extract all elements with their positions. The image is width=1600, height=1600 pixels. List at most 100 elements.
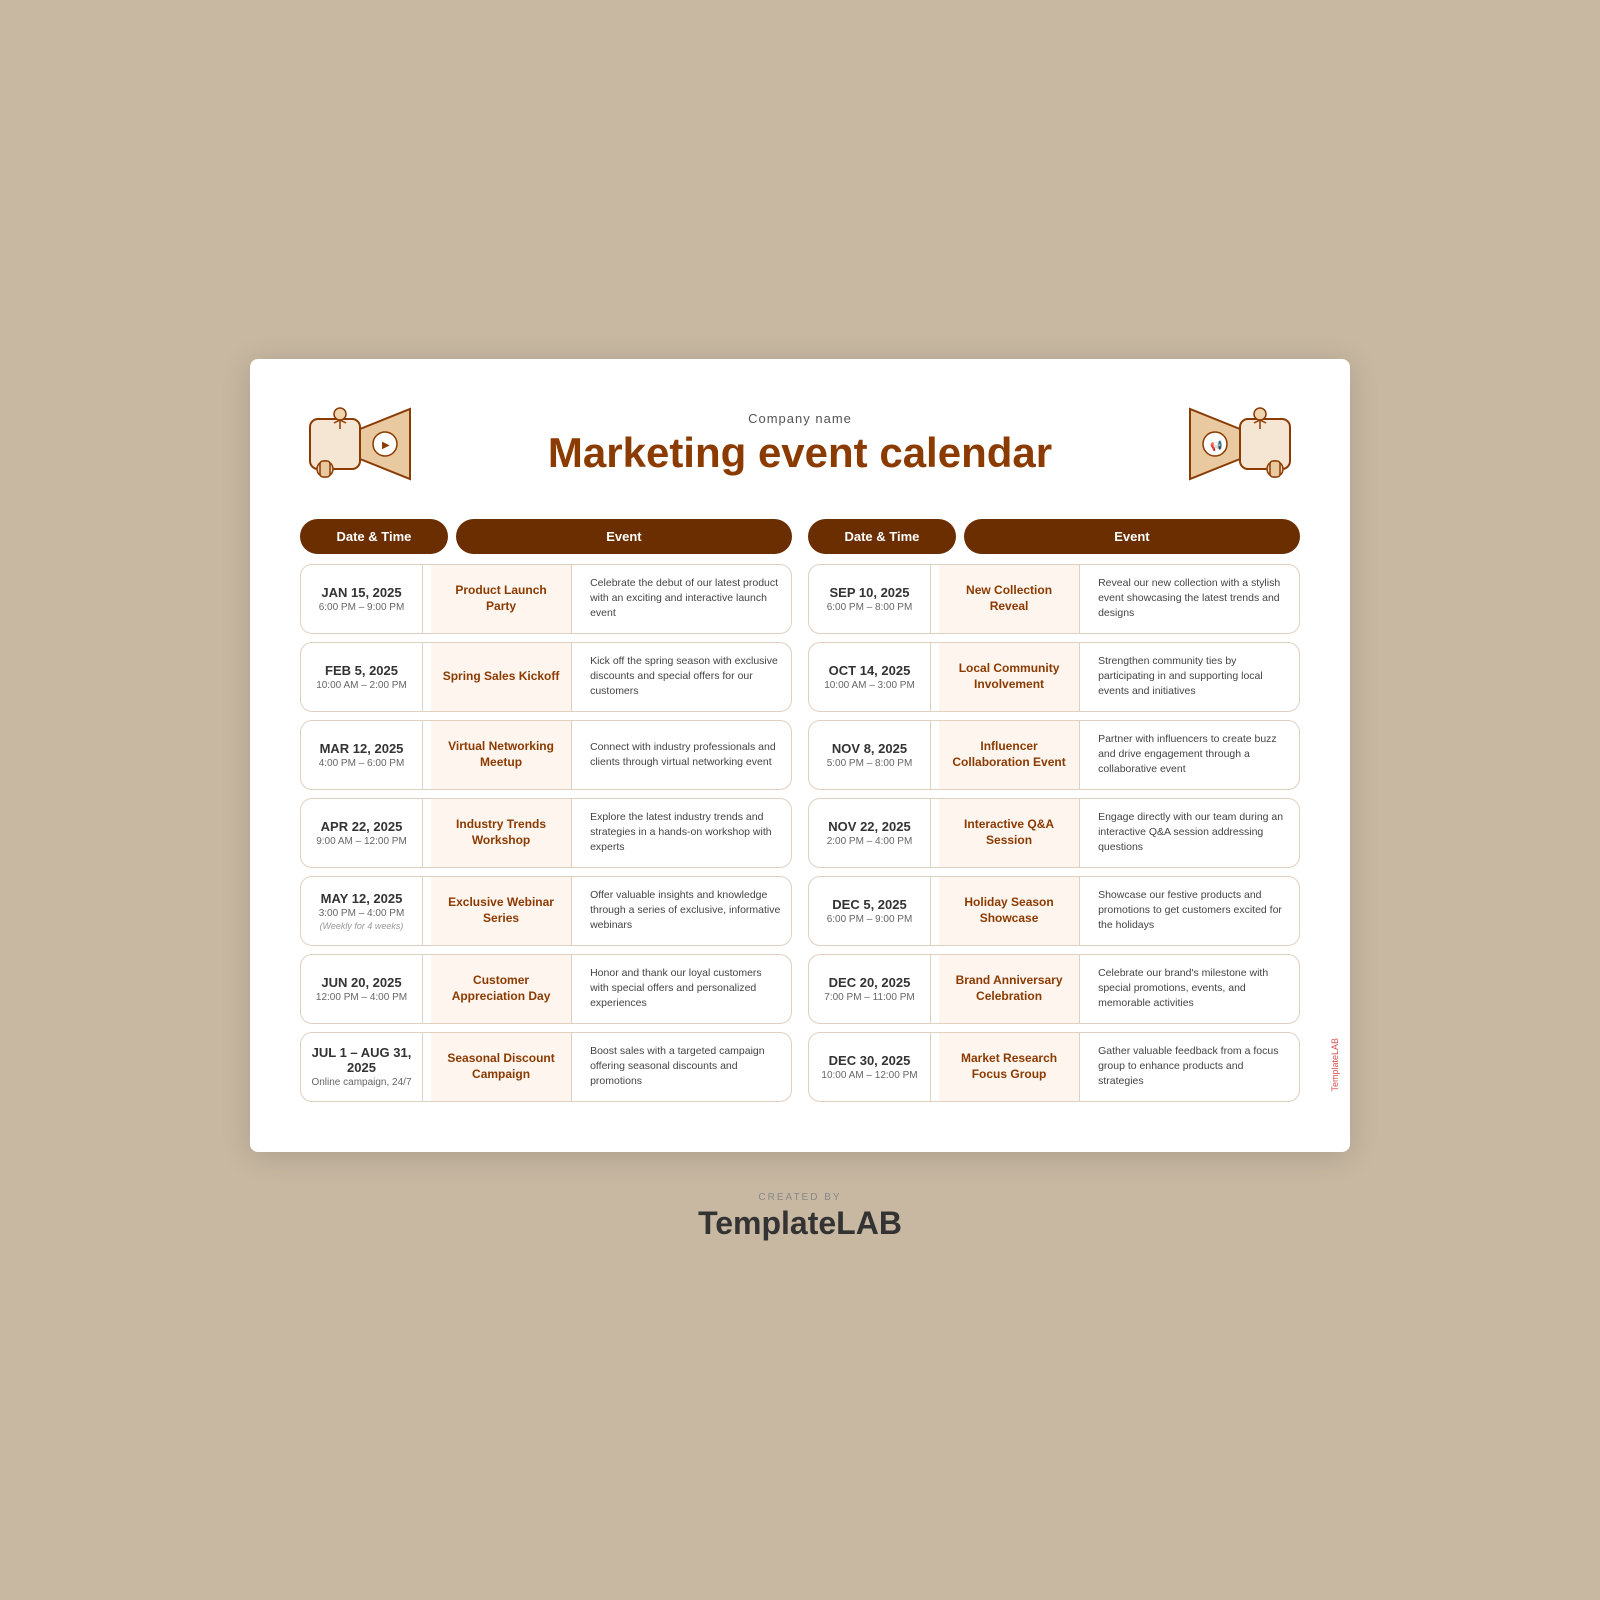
date-main: DEC 20, 2025 (829, 975, 911, 990)
company-name: Company name (420, 411, 1180, 426)
event-name: Local Community Involvement (947, 661, 1071, 692)
table-row: SEP 10, 20256:00 PM – 8:00 PM New Collect… (808, 564, 1300, 634)
table-row: JUN 20, 2025 12:00 PM – 4:00 PM Customer A… (300, 954, 792, 1024)
date-cell: JUL 1 – AUG 31, 2025Online campaign, 24/… (301, 1033, 423, 1101)
date-main: MAR 12, 2025 (320, 741, 404, 756)
date-time: 7:00 PM – 11:00 PM (824, 992, 914, 1003)
date-main: NOV 8, 2025 (832, 741, 907, 756)
desc-cell: Kick off the spring season with exclusiv… (580, 643, 791, 711)
date-time: 10:00 AM – 12:00 PM (821, 1070, 917, 1081)
date-main: NOV 22, 2025 (828, 819, 910, 834)
date-cell: NOV 22, 2025 2:00 PM – 4:00 PM (809, 799, 931, 867)
table-row: APR 22, 20259:00 AM – 12:00 PM Industry T… (300, 798, 792, 868)
date-time: 6:00 PM – 9:00 PM (319, 602, 405, 613)
date-cell: MAR 12, 2025 4:00 PM – 6:00 PM (301, 721, 423, 789)
event-name: Customer Appreciation Day (439, 973, 563, 1004)
desc-cell: Boost sales with a targeted campaign off… (580, 1033, 791, 1101)
date-cell: DEC 20, 2025 7:00 PM – 11:00 PM (809, 955, 931, 1023)
table-row: NOV 8, 2025 5:00 PM – 8:00 PM Influencer C… (808, 720, 1300, 790)
event-name: Market Research Focus Group (947, 1051, 1071, 1082)
date-main: FEB 5, 2025 (325, 663, 398, 678)
event-cell: Product Launch Party (431, 565, 572, 633)
date-cell: DEC 5, 2025 6:00 PM – 9:00 PM (809, 877, 931, 945)
date-note: (Weekly for 4 weeks) (320, 921, 404, 931)
date-main: JAN 15, 2025 (321, 585, 401, 600)
brand-lab: LAB (836, 1205, 902, 1241)
event-name: Seasonal Discount Campaign (439, 1051, 563, 1082)
date-cell: NOV 8, 2025 5:00 PM – 8:00 PM (809, 721, 931, 789)
date-time: 6:00 PM – 8:00 PM (827, 602, 913, 613)
right-event-header: Event (964, 519, 1300, 554)
date-cell: DEC 30, 2025 10:00 AM – 12:00 PM (809, 1033, 931, 1101)
left-event-header: Event (456, 519, 792, 554)
event-cell: New Collection Reveal (939, 565, 1080, 633)
table-row: MAY 12, 2025 3:00 PM – 4:00 PM (Weekly for… (300, 876, 792, 946)
desc-cell: Gather valuable feedback from a focus gr… (1088, 1033, 1299, 1101)
table-row: JUL 1 – AUG 31, 2025Online campaign, 24/… (300, 1032, 792, 1102)
event-cell: Brand Anniversary Celebration (939, 955, 1080, 1023)
event-name: Interactive Q&A Session (947, 817, 1071, 848)
left-date-header: Date & Time (300, 519, 448, 554)
desc-cell: Celebrate the debut of our latest produc… (580, 565, 791, 633)
calendar-page: ▶ Company name Marketing event calendar … (250, 359, 1350, 1152)
table-row: MAR 12, 2025 4:00 PM – 6:00 PM Virtual Net… (300, 720, 792, 790)
date-main: DEC 30, 2025 (829, 1053, 911, 1068)
table-row: NOV 22, 2025 2:00 PM – 4:00 PM Interactive… (808, 798, 1300, 868)
date-time: 5:00 PM – 8:00 PM (827, 758, 913, 769)
calendar-title: Marketing event calendar (420, 430, 1180, 476)
svg-text:▶: ▶ (382, 440, 390, 451)
header-center: Company name Marketing event calendar (420, 411, 1180, 476)
event-name: Brand Anniversary Celebration (947, 973, 1071, 1004)
date-cell: SEP 10, 20256:00 PM – 8:00 PM (809, 565, 931, 633)
event-cell: Market Research Focus Group (939, 1033, 1080, 1101)
event-cell: Influencer Collaboration Event (939, 721, 1080, 789)
created-by-label: CREATED BY (698, 1192, 902, 1203)
date-cell: OCT 14, 2025 10:00 AM – 3:00 PM (809, 643, 931, 711)
desc-cell: Honor and thank our loyal customers with… (580, 955, 791, 1023)
event-name: Virtual Networking Meetup (439, 739, 563, 770)
desc-cell: Celebrate our brand's milestone with spe… (1088, 955, 1299, 1023)
date-time: 10:00 AM – 3:00 PM (824, 680, 915, 691)
table-row: OCT 14, 2025 10:00 AM – 3:00 PM Local Comm… (808, 642, 1300, 712)
left-half: Date & Time Event JAN 15, 2025 6:00 PM – … (300, 519, 792, 1102)
event-cell: Industry Trends Workshop (431, 799, 572, 867)
date-time: 2:00 PM – 4:00 PM (827, 836, 913, 847)
desc-cell: Explore the latest industry trends and s… (580, 799, 791, 867)
desc-cell: Partner with influencers to create buzz … (1088, 721, 1299, 789)
date-time: 3:00 PM – 4:00 PM (319, 908, 405, 919)
footer-brand: CREATED BY TemplateLAB (698, 1192, 902, 1242)
date-time: 4:00 PM – 6:00 PM (319, 758, 405, 769)
right-half: Date & Time Event SEP 10, 20256:00 PM – … (808, 519, 1300, 1102)
date-main: DEC 5, 2025 (832, 897, 906, 912)
date-main: OCT 14, 2025 (829, 663, 911, 678)
table-row: DEC 30, 2025 10:00 AM – 12:00 PM Market Re… (808, 1032, 1300, 1102)
date-cell: FEB 5, 2025 10:00 AM – 2:00 PM (301, 643, 423, 711)
table-row: JAN 15, 2025 6:00 PM – 9:00 PM Product Lau… (300, 564, 792, 634)
event-name: Industry Trends Workshop (439, 817, 563, 848)
date-time: 10:00 AM – 2:00 PM (316, 680, 407, 691)
event-name: Exclusive Webinar Series (439, 895, 563, 926)
event-name: New Collection Reveal (947, 583, 1071, 614)
desc-cell: Offer valuable insights and knowledge th… (580, 877, 791, 945)
left-illustration: ▶ (300, 399, 420, 489)
right-illustration: 📢 (1180, 399, 1300, 489)
date-main: JUN 20, 2025 (321, 975, 401, 990)
desc-cell: Reveal our new collection with a stylish… (1088, 565, 1299, 633)
date-time: 12:00 PM – 4:00 PM (316, 992, 407, 1003)
event-cell: Exclusive Webinar Series (431, 877, 572, 945)
event-cell: Customer Appreciation Day (431, 955, 572, 1023)
desc-cell: Strengthen community ties by participati… (1088, 643, 1299, 711)
date-cell: JUN 20, 2025 12:00 PM – 4:00 PM (301, 955, 423, 1023)
date-time: 6:00 PM – 9:00 PM (827, 914, 913, 925)
right-col-headers: Date & Time Event (808, 519, 1300, 554)
watermark: TemplateLAB (1330, 1038, 1340, 1092)
date-main: APR 22, 2025 (321, 819, 403, 834)
date-main: JUL 1 – AUG 31, 2025 (309, 1045, 414, 1075)
desc-cell: Showcase our festive products and promot… (1088, 877, 1299, 945)
desc-cell: Connect with industry professionals and … (580, 721, 791, 789)
date-cell: APR 22, 20259:00 AM – 12:00 PM (301, 799, 423, 867)
date-main: MAY 12, 2025 (321, 891, 403, 906)
svg-text:📢: 📢 (1210, 439, 1222, 452)
event-name: Spring Sales Kickoff (443, 669, 560, 685)
event-cell: Interactive Q&A Session (939, 799, 1080, 867)
